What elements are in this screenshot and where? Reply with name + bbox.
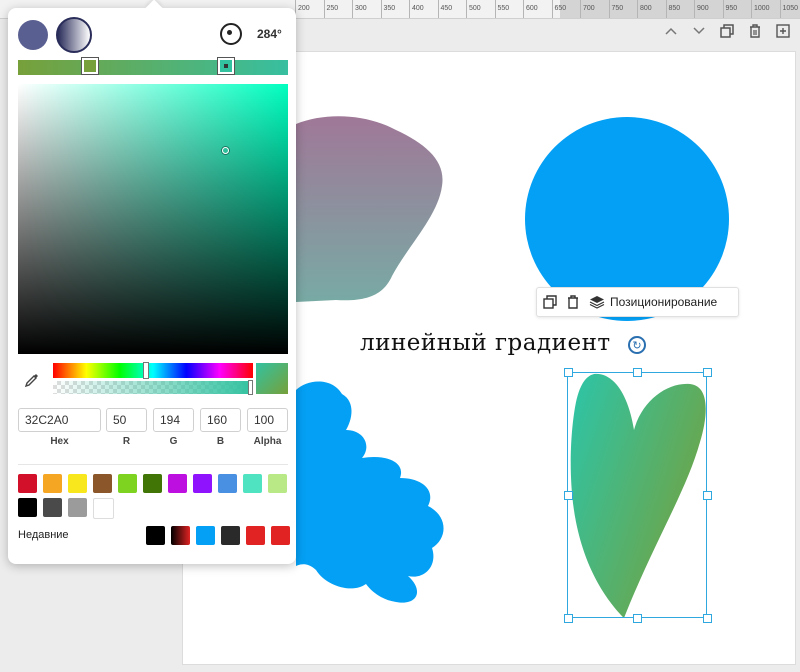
hue-thumb[interactable]: [143, 362, 149, 379]
color-picker-panel: 284° Hex R G B Alpha Недавние: [8, 8, 296, 564]
preset-swatch[interactable]: [268, 474, 287, 493]
chevron-down-icon[interactable]: [690, 22, 708, 40]
chevron-up-icon[interactable]: [662, 22, 680, 40]
alpha-slider[interactable]: [53, 380, 253, 395]
add-icon[interactable]: [774, 22, 792, 40]
recent-swatch[interactable]: [171, 526, 190, 545]
preset-swatch[interactable]: [93, 474, 112, 493]
layers-icon: [589, 296, 605, 309]
b-input[interactable]: [200, 408, 241, 432]
hue-slider[interactable]: [53, 362, 253, 379]
gradient-fill-mode[interactable]: [56, 17, 92, 53]
delete-icon[interactable]: [566, 295, 580, 309]
preset-swatch[interactable]: [43, 474, 62, 493]
object-toolbar: [662, 22, 792, 40]
b-label: B: [216, 436, 225, 447]
preset-swatch[interactable]: [143, 474, 162, 493]
preset-swatch[interactable]: [68, 474, 87, 493]
recent-swatch[interactable]: [221, 526, 240, 545]
resize-handle-se[interactable]: [703, 614, 712, 623]
resize-handle-e[interactable]: [703, 491, 712, 500]
resize-handle-sw[interactable]: [564, 614, 573, 623]
alpha-input[interactable]: [247, 408, 288, 432]
color-preview: [256, 363, 288, 394]
ruler-tick: 400: [409, 0, 424, 18]
alpha-label: Alpha: [253, 436, 282, 447]
recent-swatch[interactable]: [271, 526, 290, 545]
alpha-field: Alpha: [247, 408, 288, 447]
ruler-tick: 650: [551, 0, 566, 18]
gradient-stop-left[interactable]: [82, 58, 98, 74]
copy-icon[interactable]: [543, 295, 557, 309]
g-input[interactable]: [153, 408, 194, 432]
hex-label: Hex: [50, 436, 69, 447]
selection-box: [567, 372, 707, 618]
ruler-tick: 700: [580, 0, 595, 18]
ruler-tick: 500: [466, 0, 481, 18]
ruler-tick: 800: [637, 0, 652, 18]
r-label: R: [122, 436, 131, 447]
sv-cursor[interactable]: [222, 147, 229, 154]
divider: [18, 464, 288, 465]
angle-dial-icon[interactable]: [220, 23, 242, 45]
hex-input[interactable]: [18, 408, 101, 432]
preset-swatch[interactable]: [18, 498, 37, 517]
ruler-tick: 350: [380, 0, 395, 18]
solid-fill-mode[interactable]: [18, 20, 48, 50]
ruler-tick: 1050: [779, 0, 798, 18]
ruler-tick: 750: [608, 0, 623, 18]
g-field: G: [153, 408, 194, 447]
preset-swatch[interactable]: [243, 474, 262, 493]
resize-handle-ne[interactable]: [703, 368, 712, 377]
positioning-button[interactable]: Позиционирование: [589, 295, 717, 309]
r-input[interactable]: [106, 408, 147, 432]
resize-handle-w[interactable]: [564, 491, 573, 500]
preset-swatch[interactable]: [18, 474, 37, 493]
recent-label: Недавние: [18, 529, 69, 541]
preset-swatch[interactable]: [168, 474, 187, 493]
hex-field: Hex: [18, 408, 101, 447]
rotate-icon[interactable]: ↻: [628, 336, 646, 354]
gradient-blob-shape[interactable]: [296, 116, 446, 304]
alpha-thumb[interactable]: [248, 380, 253, 395]
gradient-angle: 284°: [257, 27, 282, 41]
ruler-tick: 200: [295, 0, 310, 18]
g-label: G: [169, 436, 178, 447]
ruler-tick: 950: [722, 0, 737, 18]
r-field: R: [106, 408, 147, 447]
preset-swatch[interactable]: [118, 474, 137, 493]
preset-swatch[interactable]: [193, 474, 212, 493]
preset-swatch[interactable]: [218, 474, 237, 493]
ruler-tick: 900: [694, 0, 709, 18]
eyedropper-icon[interactable]: [24, 372, 40, 393]
positioning-label: Позиционирование: [610, 295, 718, 309]
resize-handle-s[interactable]: [633, 614, 642, 623]
preset-swatch[interactable]: [68, 498, 87, 517]
trash-icon[interactable]: [746, 22, 764, 40]
b-field: B: [200, 408, 241, 447]
canvas-text[interactable]: линейный градиент: [360, 330, 611, 356]
saturation-value-area[interactable]: [18, 84, 288, 354]
ruler-tick: 300: [352, 0, 367, 18]
recent-swatch[interactable]: [246, 526, 265, 545]
ruler-tick: 250: [323, 0, 338, 18]
resize-handle-n[interactable]: [633, 368, 642, 377]
ruler-tick: 450: [437, 0, 452, 18]
context-menu: Позиционирование: [536, 287, 739, 317]
ruler-tick: 550: [494, 0, 509, 18]
gradient-stop-right[interactable]: [218, 58, 234, 74]
resize-handle-nw[interactable]: [564, 368, 573, 377]
ruler-tick: 850: [665, 0, 680, 18]
duplicate-icon[interactable]: [718, 22, 736, 40]
gradient-bar[interactable]: [18, 58, 288, 75]
recent-swatch[interactable]: [146, 526, 165, 545]
recent-swatch[interactable]: [196, 526, 215, 545]
ruler-tick: 1000: [751, 0, 770, 18]
preset-swatch[interactable]: [43, 498, 62, 517]
blue-cloud-shape[interactable]: [296, 380, 448, 606]
ruler-tick: 600: [523, 0, 538, 18]
preset-swatch[interactable]: [93, 498, 114, 519]
